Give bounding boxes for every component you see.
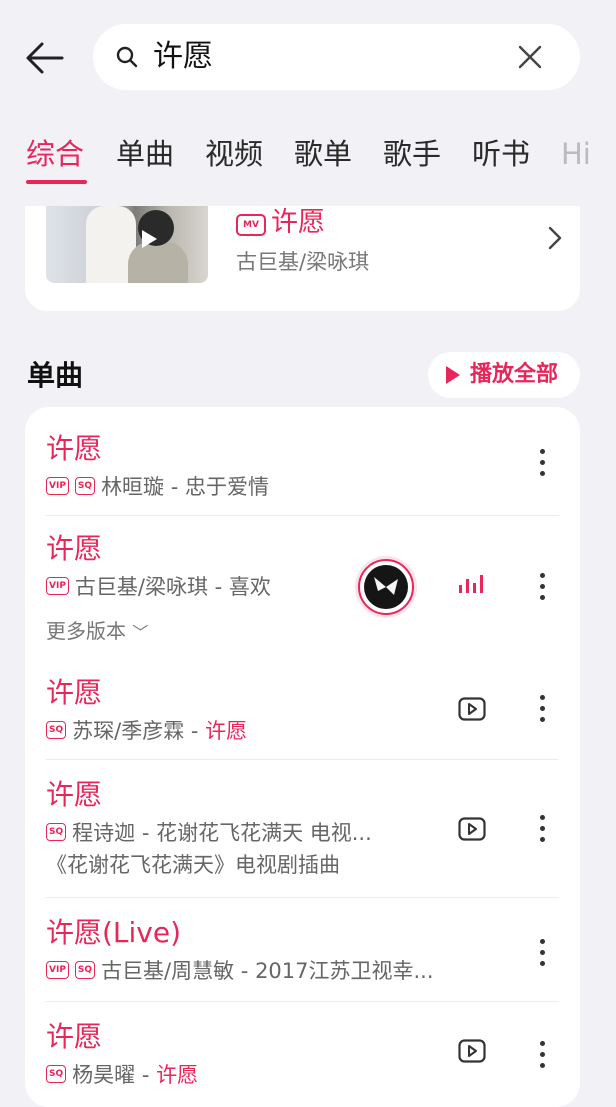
category-tabs: 综合 单曲 视频 歌单 歌手 听书 Hi [0, 128, 616, 188]
song-row[interactable]: 许愿 VIP SQ 林晅璇 - 忠于爱情 [25, 407, 580, 515]
more-options-icon[interactable] [539, 571, 547, 603]
song-title: 许愿(Live) [46, 916, 182, 949]
now-playing-disc[interactable] [358, 559, 414, 615]
active-tab-indicator [26, 180, 87, 184]
songs-list: 许愿 VIP SQ 林晅璇 - 忠于爱情 许愿 VIP 古巨基/梁咏琪 - 喜欢 更多… [25, 407, 580, 1107]
song-subtitle: SQ 程诗迦 - 花谢花飞花满天 电视... [46, 819, 372, 847]
play-icon [142, 230, 157, 248]
sq-badge: SQ [74, 477, 96, 495]
song-subtitle: SQ 杨昊曜 - 许愿 [46, 1061, 198, 1089]
vip-badge: VIP [46, 961, 69, 979]
top-bar: 许愿 [0, 0, 616, 120]
song-subtitle: VIP 古巨基/梁咏琪 - 喜欢 [46, 573, 271, 601]
back-arrow-icon [26, 42, 64, 74]
butterfly-icon [374, 577, 398, 595]
sq-badge: SQ [46, 721, 67, 739]
more-versions-toggle[interactable]: 更多版本 ﹀ [46, 617, 148, 647]
song-row[interactable]: 许愿 SQ 苏琛/季彦霖 - 许愿 [25, 655, 580, 759]
song-subtitle: VIP SQ 古巨基/周慧敏 - 2017江苏卫视幸... [46, 957, 434, 985]
song-row[interactable]: 许愿 VIP 古巨基/梁咏琪 - 喜欢 更多版本 ﹀ [25, 515, 580, 655]
vip-badge: VIP [46, 577, 69, 595]
search-icon [116, 46, 138, 68]
video-play-icon[interactable] [458, 1039, 486, 1063]
tab-comprehensive[interactable]: 综合 [26, 136, 84, 172]
more-options-icon[interactable] [539, 693, 547, 725]
tab-hi[interactable]: Hi [561, 136, 591, 172]
sq-badge: SQ [74, 961, 96, 979]
song-title: 许愿 [46, 432, 103, 465]
clear-icon[interactable] [516, 43, 544, 71]
mv-artist: 古巨基/梁咏琪 [236, 250, 370, 274]
mv-title: 许愿 [271, 207, 325, 238]
vip-badge: VIP [46, 477, 69, 495]
more-options-icon[interactable] [539, 813, 547, 845]
song-subtitle: VIP SQ 林晅璇 - 忠于爱情 [46, 473, 269, 501]
sq-badge: SQ [46, 823, 67, 841]
song-title: 许愿 [46, 1020, 103, 1053]
equalizer-icon [459, 575, 485, 593]
song-row[interactable]: 许愿(Live) VIP SQ 古巨基/周慧敏 - 2017江苏卫视幸... [25, 897, 580, 1001]
mv-result-card[interactable]: MV 许愿 古巨基/梁咏琪 [25, 206, 580, 311]
play-all-label: 播放全部 [470, 362, 559, 387]
sq-badge: SQ [46, 1065, 67, 1083]
song-row[interactable]: 许愿 SQ 程诗迦 - 花谢花飞花满天 电视... 《花谢花飞花满天》电视剧插曲 [25, 759, 580, 897]
song-title: 许愿 [46, 778, 103, 811]
singles-section-title: 单曲 [27, 359, 84, 392]
mv-badge: MV [236, 214, 266, 236]
tab-artists[interactable]: 歌手 [383, 136, 441, 172]
song-title: 许愿 [46, 532, 103, 565]
more-options-icon[interactable] [539, 447, 547, 479]
chevron-right-icon[interactable] [548, 226, 562, 250]
more-options-icon[interactable] [539, 1039, 547, 1071]
play-all-button[interactable]: 播放全部 [428, 352, 580, 398]
song-description: 《花谢花飞花满天》电视剧插曲 [46, 853, 340, 877]
mv-thumbnail[interactable] [46, 206, 208, 283]
video-play-icon[interactable] [458, 817, 486, 841]
tab-singles[interactable]: 单曲 [116, 136, 174, 172]
song-row[interactable]: 许愿 SQ 杨昊曜 - 许愿 [25, 1001, 580, 1107]
video-play-icon[interactable] [458, 697, 486, 721]
search-input[interactable]: 许愿 [93, 24, 580, 90]
tab-playlists[interactable]: 歌单 [294, 136, 352, 172]
tab-audiobooks[interactable]: 听书 [472, 136, 530, 172]
more-options-icon[interactable] [539, 937, 547, 969]
chevron-down-icon: ﹀ [132, 623, 149, 642]
song-title: 许愿 [46, 676, 103, 709]
play-icon [446, 366, 460, 384]
back-button[interactable] [22, 38, 66, 78]
search-query[interactable]: 许愿 [153, 38, 213, 76]
tab-videos[interactable]: 视频 [205, 136, 263, 172]
song-subtitle: SQ 苏琛/季彦霖 - 许愿 [46, 717, 247, 745]
